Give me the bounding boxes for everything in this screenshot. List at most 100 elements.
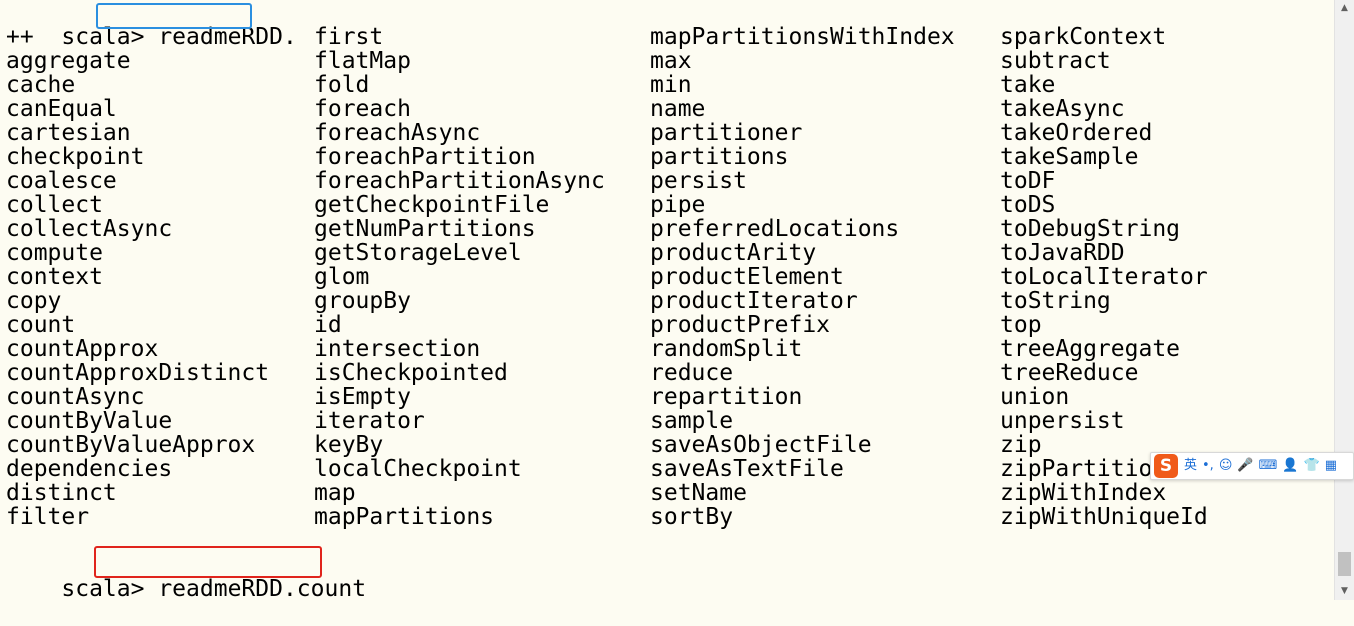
completion-item: countAsync xyxy=(6,384,145,410)
completion-item: countApproxDistinct xyxy=(6,360,270,386)
completion-item: coalesce xyxy=(6,168,117,194)
terminal-window[interactable]: scala> readmeRDD. ++ aggregate cache canEqu… xyxy=(0,0,1335,602)
completion-item: randomSplit xyxy=(650,336,803,362)
completion-item: toString xyxy=(1000,288,1111,314)
scroll-thumb[interactable] xyxy=(1338,552,1351,576)
completion-item: collectAsync xyxy=(6,216,173,242)
completion-item: saveAsTextFile xyxy=(650,456,844,482)
completion-item: localCheckpoint xyxy=(314,456,522,482)
user-icon[interactable]: 👤 xyxy=(1282,456,1298,476)
completion-item: union xyxy=(1000,384,1070,410)
completion-item: name xyxy=(650,96,706,122)
grid-menu-icon[interactable]: ▦ xyxy=(1325,456,1337,476)
completion-item: top xyxy=(1000,312,1042,338)
keyboard-icon[interactable]: ⌨ xyxy=(1259,456,1278,476)
punctuation-icon[interactable]: •, xyxy=(1202,456,1214,476)
completion-item: max xyxy=(650,48,692,74)
completion-item: toLocalIterator xyxy=(1000,264,1208,290)
completion-item: reduce xyxy=(650,360,734,386)
completion-item: isCheckpointed xyxy=(314,360,508,386)
completion-item: intersection xyxy=(314,336,481,362)
completion-column-2: first flatMap fold foreach foreachAsync forea… xyxy=(314,25,605,529)
completion-item: id xyxy=(314,312,342,338)
completion-item: treeReduce xyxy=(1000,360,1139,386)
completion-item: countByValueApprox xyxy=(6,432,256,458)
completion-item: mapPartitions xyxy=(314,504,495,530)
completion-item: context xyxy=(6,264,103,290)
completion-item: sortBy xyxy=(650,504,734,530)
skin-icon[interactable]: 👕 xyxy=(1304,456,1320,476)
completion-item: foreach xyxy=(314,96,411,122)
completion-item: foreachAsync xyxy=(314,120,481,146)
completion-item: subtract xyxy=(1000,48,1111,74)
completion-item: zipWithIndex xyxy=(1000,480,1167,506)
completion-item: count xyxy=(6,312,76,338)
completion-item: toJavaRDD xyxy=(1000,240,1125,266)
completion-item: copy xyxy=(6,288,62,314)
emoji-icon[interactable]: ☺ xyxy=(1219,456,1233,476)
completion-item: takeOrdered xyxy=(1000,120,1153,146)
completion-item: sparkContext xyxy=(1000,24,1167,50)
completion-item: repartition xyxy=(650,384,803,410)
completion-item: sample xyxy=(650,408,734,434)
completion-item: partitions xyxy=(650,144,789,170)
completion-item: productPrefix xyxy=(650,312,831,338)
completion-item: map xyxy=(314,480,356,506)
completion-item: keyBy xyxy=(314,432,384,458)
completion-item: flatMap xyxy=(314,48,411,74)
completion-item: saveAsObjectFile xyxy=(650,432,872,458)
ime-toolbar[interactable]: S 英 •, ☺ 🎤 ⌨ 👤 👕 ▦ xyxy=(1150,452,1354,480)
scroll-down-icon[interactable]: ▼ xyxy=(1335,583,1354,600)
completion-item: aggregate xyxy=(6,48,131,74)
completion-item: productElement xyxy=(650,264,844,290)
completion-item: pipe xyxy=(650,192,706,218)
completion-item: getCheckpointFile xyxy=(314,192,550,218)
completion-item: foreachPartitionAsync xyxy=(314,168,605,194)
command-highlight-red xyxy=(94,546,322,578)
completion-item: checkpoint xyxy=(6,144,145,170)
scroll-up-icon[interactable]: ▲ xyxy=(1335,0,1354,17)
completion-item: collect xyxy=(6,192,103,218)
completion-item: treeAggregate xyxy=(1000,336,1181,362)
completion-item: dependencies xyxy=(6,456,173,482)
completion-item: iterator xyxy=(314,408,425,434)
completion-item: getStorageLevel xyxy=(314,240,522,266)
command-text-2: readmeRDD.count xyxy=(158,576,367,602)
completion-item: cartesian xyxy=(6,120,131,146)
completion-item: ++ xyxy=(6,24,34,50)
completion-item: toDF xyxy=(1000,168,1056,194)
completion-item: cache xyxy=(6,72,76,98)
lang-toggle-icon[interactable]: 英 xyxy=(1184,456,1197,476)
completion-item: glom xyxy=(314,264,370,290)
completion-item: takeAsync xyxy=(1000,96,1125,122)
completion-item: toDS xyxy=(1000,192,1056,218)
completion-item: productArity xyxy=(650,240,817,266)
vertical-scrollbar[interactable]: ▲ ▼ xyxy=(1334,0,1354,600)
completion-item: mapPartitionsWithIndex xyxy=(650,24,955,50)
completion-item: distinct xyxy=(6,480,117,506)
completion-item: unpersist xyxy=(1000,408,1125,434)
completion-item: persist xyxy=(650,168,747,194)
completion-item: foreachPartition xyxy=(314,144,536,170)
completion-item: zipWithUniqueId xyxy=(1000,504,1208,530)
completion-item: compute xyxy=(6,240,103,266)
sogou-logo-icon[interactable]: S xyxy=(1154,454,1178,478)
completion-item: canEqual xyxy=(6,96,117,122)
completion-item: groupBy xyxy=(314,288,411,314)
completion-item: takeSample xyxy=(1000,144,1139,170)
completion-item: fold xyxy=(314,72,370,98)
completion-column-1: ++ aggregate cache canEqual cartesian checkpo… xyxy=(6,25,269,529)
completion-item: productIterator xyxy=(650,288,858,314)
completion-item: setName xyxy=(650,480,747,506)
completion-item: preferredLocations xyxy=(650,216,900,242)
completion-item: partitioner xyxy=(650,120,803,146)
completion-item: isEmpty xyxy=(314,384,411,410)
prompt-label: scala> xyxy=(61,576,159,602)
ime-toolbar-items: 英 •, ☺ 🎤 ⌨ 👤 👕 ▦ xyxy=(1184,456,1337,476)
completion-item: countByValue xyxy=(6,408,173,434)
completion-item: min xyxy=(650,72,692,98)
voice-icon[interactable]: 🎤 xyxy=(1237,456,1253,476)
completion-item: filter xyxy=(6,504,90,530)
completion-item: toDebugString xyxy=(1000,216,1181,242)
completion-item: first xyxy=(314,24,384,50)
